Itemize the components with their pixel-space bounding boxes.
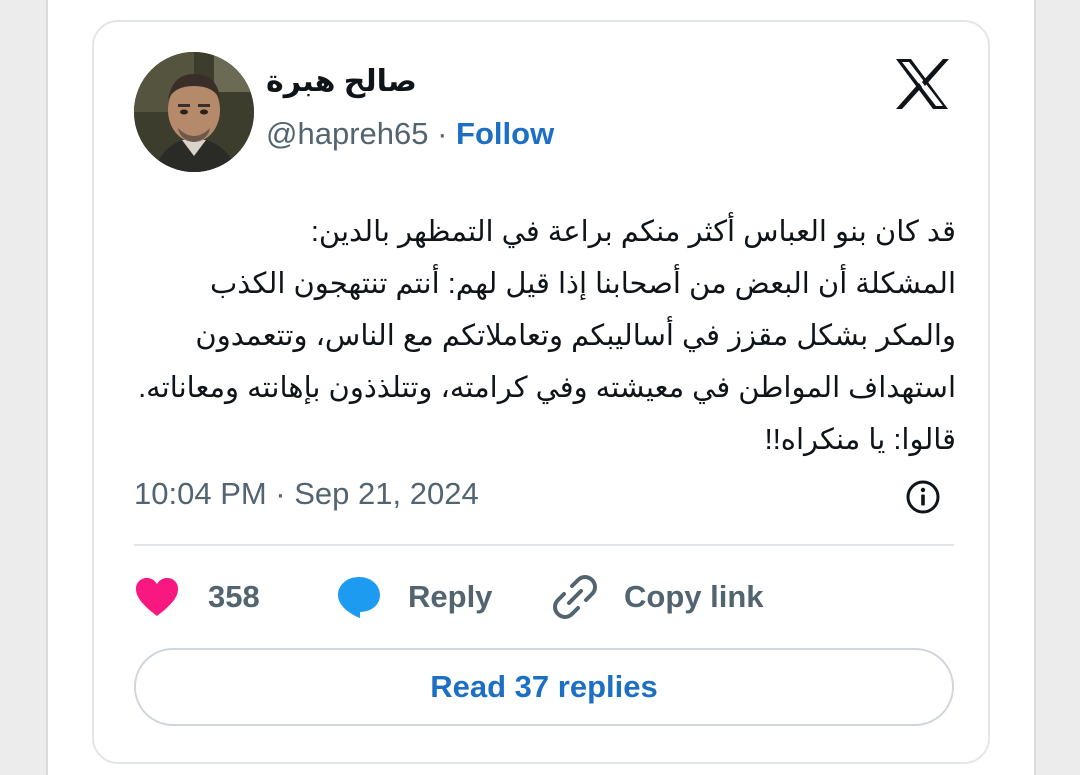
avatar-photo [134,52,254,172]
like-count: 358 [208,579,260,614]
right-screen-edge [1034,0,1080,775]
link-icon [553,575,597,619]
copy-link-label: Copy link [624,579,764,614]
divider [134,544,954,546]
info-icon[interactable] [904,478,942,516]
handle-separator: · [428,116,457,151]
read-replies-button[interactable]: Read 37 replies [134,648,954,726]
follow-button[interactable]: Follow [456,116,554,151]
author-handle[interactable]: @hapreh65 [266,116,428,151]
tweet-timestamp[interactable]: 10:04 PM · Sep 21, 2024 [134,476,479,512]
speech-bubble-icon [338,577,380,618]
tweet-card: صالح هبرة @hapreh65 · Follow قد كان بنو … [92,20,990,764]
author-handle-row: @hapreh65 · Follow [266,116,554,152]
like-button[interactable]: 358 [134,570,260,624]
heart-icon [136,578,178,616]
reply-label: Reply [408,579,493,614]
copy-link-button[interactable]: Copy link [552,570,764,624]
tweet-text: قد كان بنو العباس أكثر منكم براعة في الت… [138,216,956,456]
left-screen-edge [0,0,48,775]
x-logo-icon[interactable] [894,58,950,110]
reply-button[interactable]: Reply [336,570,492,624]
author-display-name[interactable]: صالح هبرة [266,64,417,99]
avatar[interactable] [134,52,254,172]
